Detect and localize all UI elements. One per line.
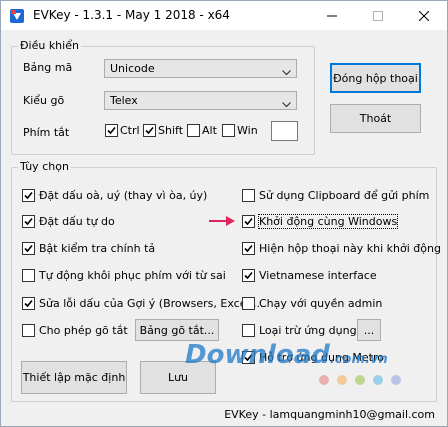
watermark-logo: Download.com.vn bbox=[185, 340, 388, 370]
option-free-tone-checkbox[interactable]: Đặt dấu tự do bbox=[22, 215, 115, 228]
option-label: Sử dụng Clipboard để gửi phím bbox=[259, 189, 430, 202]
checkbox-checked-icon bbox=[242, 269, 255, 282]
options-group-legend: Tùy chọn bbox=[18, 160, 71, 173]
hotkey-win-label: Win bbox=[237, 124, 258, 137]
exit-button[interactable]: Thoát bbox=[330, 104, 421, 133]
option-label: Sửa lỗi dấu của Gợi ý (Browsers, Excel .… bbox=[39, 297, 264, 310]
checkbox-checked-icon bbox=[22, 297, 35, 310]
input-method-select[interactable]: Telex bbox=[104, 91, 297, 110]
watermark-dot-5 bbox=[391, 375, 401, 385]
chevron-down-icon bbox=[282, 66, 291, 79]
checkbox-unchecked-icon bbox=[22, 269, 35, 282]
option-label: Đặt dấu tự do bbox=[39, 215, 115, 228]
maximize-button[interactable] bbox=[355, 1, 401, 30]
control-group-legend: Điều khiển bbox=[18, 39, 81, 52]
checkbox-checked-icon bbox=[105, 124, 118, 137]
option-label: Khởi động cùng Windows bbox=[257, 214, 399, 229]
watermark-dot-4 bbox=[373, 375, 383, 385]
watermark-text: Download bbox=[185, 340, 330, 370]
option-place-tone-modern-checkbox[interactable]: Đặt dấu oà, uý (thay vì òa, úy) bbox=[22, 189, 207, 202]
evkey-window: EVKey - 1.3.1 - May 1 2018 - x64 Điều kh… bbox=[0, 0, 448, 427]
checkbox-checked-icon bbox=[22, 242, 35, 255]
charset-label: Bảng mã bbox=[23, 61, 73, 74]
checkbox-unchecked-icon bbox=[242, 324, 255, 337]
option-auto-restore-checkbox[interactable]: Tự động khôi phục phím với từ sai bbox=[22, 269, 226, 282]
option-label: Tự động khôi phục phím với từ sai bbox=[39, 269, 226, 282]
arrow-right-icon bbox=[209, 215, 235, 230]
checkbox-unchecked-icon bbox=[187, 124, 200, 137]
checkbox-checked-icon bbox=[143, 124, 156, 137]
footer-email: EVKey - lamquangminh10@gmail.com bbox=[224, 408, 435, 421]
hotkey-alt-label: Alt bbox=[202, 124, 217, 137]
close-icon bbox=[419, 10, 429, 21]
close-dialog-button[interactable]: Đóng hộp thoại bbox=[330, 63, 421, 93]
option-allow-shortcut-checkbox[interactable]: Cho phép gõ tắt bbox=[22, 324, 128, 337]
checkbox-unchecked-icon bbox=[22, 324, 35, 337]
option-label: Loại trừ ứng dụng bbox=[259, 324, 357, 337]
hotkey-ctrl-label: Ctrl bbox=[120, 124, 140, 137]
checkbox-unchecked-icon bbox=[242, 297, 255, 310]
typing-table-button[interactable]: Bảng gõ tắt... bbox=[135, 319, 219, 341]
watermark-dot-1 bbox=[319, 375, 329, 385]
hotkey-shift-checkbox[interactable]: Shift bbox=[143, 124, 183, 137]
option-label: Cho phép gõ tắt bbox=[39, 324, 128, 337]
hotkey-ctrl-checkbox[interactable]: Ctrl bbox=[105, 124, 140, 137]
watermark-dot-2 bbox=[337, 375, 347, 385]
option-label: Chạy với quyền admin bbox=[259, 297, 383, 310]
option-label: Bật kiểm tra chính tả bbox=[39, 242, 156, 255]
option-show-dialog-checkbox[interactable]: Hiện hộp thoại này khi khởi động bbox=[242, 242, 441, 255]
checkbox-unchecked-icon bbox=[242, 189, 255, 202]
hotkey-alt-checkbox[interactable]: Alt bbox=[187, 124, 217, 137]
checkbox-unchecked-icon bbox=[222, 124, 235, 137]
option-run-admin-checkbox[interactable]: Chạy với quyền admin bbox=[242, 297, 382, 310]
option-exclude-apps-checkbox[interactable]: Loại trừ ứng dụng bbox=[242, 324, 357, 337]
close-window-button[interactable] bbox=[401, 1, 447, 30]
checkbox-checked-icon bbox=[242, 242, 255, 255]
input-method-select-value: Telex bbox=[110, 94, 138, 107]
checkbox-checked-icon bbox=[242, 215, 255, 228]
maximize-icon bbox=[373, 10, 383, 21]
default-settings-button[interactable]: Thiết lập mặc định bbox=[21, 361, 127, 394]
minimize-icon bbox=[327, 11, 337, 21]
watermark-suffix: .com.vn bbox=[329, 352, 388, 367]
minimize-button[interactable] bbox=[309, 1, 355, 30]
input-method-label: Kiểu gõ bbox=[23, 94, 65, 107]
option-spell-check-checkbox[interactable]: Bật kiểm tra chính tả bbox=[22, 242, 155, 255]
evkey-app-icon bbox=[9, 8, 25, 24]
checkbox-checked-icon bbox=[22, 189, 35, 202]
hotkey-label: Phím tắt bbox=[23, 126, 70, 139]
charset-select[interactable]: Unicode bbox=[104, 59, 297, 78]
hotkey-win-checkbox[interactable]: Win bbox=[222, 124, 258, 137]
exclude-apps-more-button[interactable]: ... bbox=[357, 319, 381, 341]
checkbox-checked-icon bbox=[22, 215, 35, 228]
charset-select-value: Unicode bbox=[110, 62, 155, 75]
chevron-down-icon bbox=[282, 98, 291, 111]
watermark-dot-3 bbox=[355, 375, 365, 385]
option-fix-suggest-checkbox[interactable]: Sửa lỗi dấu của Gợi ý (Browsers, Excel .… bbox=[22, 297, 264, 310]
window-title: EVKey - 1.3.1 - May 1 2018 - x64 bbox=[33, 8, 230, 22]
option-startup-checkbox[interactable]: Khởi động cùng Windows bbox=[242, 214, 399, 229]
option-vietnamese-interface-checkbox[interactable]: Vietnamese interface bbox=[242, 269, 377, 282]
option-label: Hiện hộp thoại này khi khởi động bbox=[259, 242, 441, 255]
option-clipboard-checkbox[interactable]: Sử dụng Clipboard để gửi phím bbox=[242, 189, 429, 202]
option-label: Vietnamese interface bbox=[259, 269, 377, 282]
hotkey-shift-label: Shift bbox=[158, 124, 184, 137]
title-bar[interactable]: EVKey - 1.3.1 - May 1 2018 - x64 bbox=[1, 1, 447, 30]
option-label: Đặt dấu oà, uý (thay vì òa, úy) bbox=[39, 189, 208, 202]
hotkey-key-input[interactable] bbox=[271, 121, 298, 141]
